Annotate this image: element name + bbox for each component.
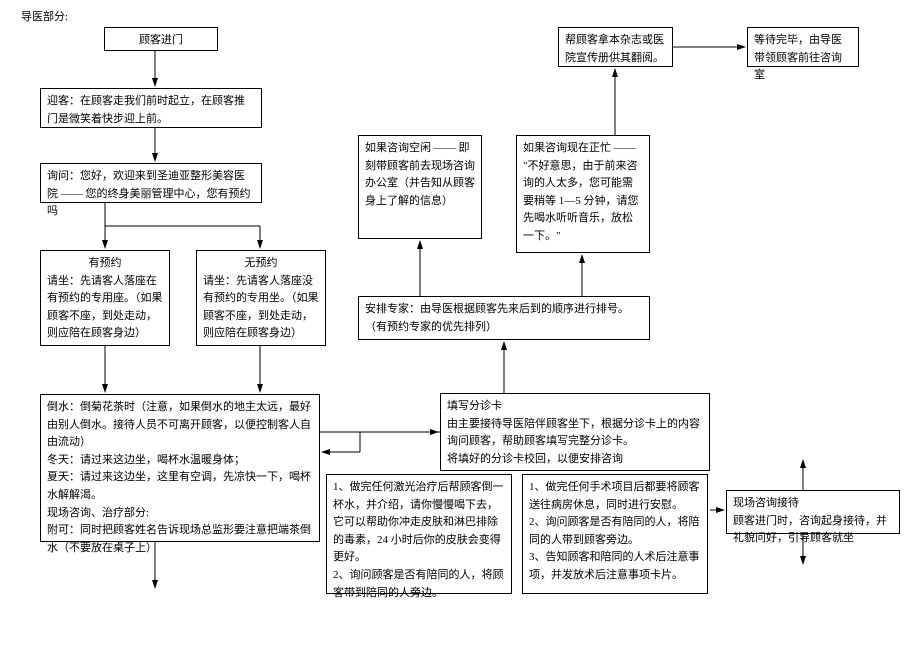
- t: 帮顾客拿本杂志或医院宣传册供其翻阅。: [565, 34, 664, 64]
- t1: 有预约: [47, 255, 163, 273]
- t: 如果咨询现在正忙 —— "不好意思，由于前来咨询的人太多，您可能需要稍等 1—5…: [523, 142, 639, 242]
- box-card: 填写分诊卡 由主要接待导医陪伴顾客坐下，根据分诊卡上的内容询问顾客，帮助顾客填写…: [440, 393, 710, 471]
- t1: 无预约: [203, 255, 319, 273]
- t: 1、做完任何手术项目后都要将顾客送往病房休息，同时进行安慰。 2、询问顾客是否有…: [529, 481, 700, 581]
- box-waitdone: 等待完毕，由导医带领顾客前往咨询室: [747, 27, 859, 67]
- box-water: 倒水：倒菊花茶时（注意，如果倒水的地主太远，最好由别人倒水。接待人员不可离开顾客…: [40, 394, 320, 542]
- t: 现场咨询接待 顾客进门时，咨询起身接待，并礼貌问好，引导顾客就坐: [733, 497, 887, 544]
- t: 询问：您好，欢迎来到圣迪亚整形美容医院 —— 您的终身美丽管理中心，您有预约吗: [47, 170, 251, 217]
- box-noappoint: 无预约 请坐：先请客人落座没有预约的专用坐。（如果顾客不座，到处走动，则应陪在顾…: [196, 250, 326, 346]
- t: 迎客：在顾客走我们前时起立，在顾客推门是微笑着快步迎上前。: [47, 95, 245, 125]
- t: 填写分诊卡 由主要接待导医陪伴顾客坐下，根据分诊卡上的内容询问顾客，帮助顾客填写…: [447, 400, 700, 465]
- box-onsite: 现场咨询接待 顾客进门时，咨询起身接待，并礼貌问好，引导顾客就坐: [726, 490, 900, 534]
- box-laser: 1、做完任何激光治疗后帮顾客倒一杯水，并介绍，请你慢慢喝下去，它可以帮助你冲走皮…: [326, 474, 512, 594]
- t2: 请坐：先请客人落座在有预约的专用座。（如果顾客不座，到处走动，则应陪在顾客身边）: [47, 273, 163, 343]
- t: 倒水：倒菊花茶时（注意，如果倒水的地主太远，最好由别人倒水。接待人员不可离开顾客…: [47, 401, 311, 554]
- box-arrange: 安排专家：由导医根据顾客先来后到的顺序进行排号。（有预约专家的优先排列）: [358, 296, 650, 340]
- t: 如果咨询空闲 —— 即刻带顾客前去现场咨询办公室（并告知从顾客身上了解的信息）: [365, 142, 475, 207]
- t: 安排专家：由导医根据顾客先来后到的顺序进行排号。（有预约专家的优先排列）: [365, 303, 629, 333]
- t: 顾客进门: [139, 34, 183, 46]
- t: 1、做完任何激光治疗后帮顾客倒一杯水，并介绍，请你慢慢喝下去，它可以帮助你冲走皮…: [333, 481, 504, 599]
- box-greet: 迎客：在顾客走我们前时起立，在顾客推门是微笑着快步迎上前。: [40, 88, 262, 128]
- box-enter: 顾客进门: [104, 27, 218, 51]
- box-surgery: 1、做完任何手术项目后都要将顾客送往病房休息，同时进行安慰。 2、询问顾客是否有…: [522, 474, 708, 594]
- box-busy: 如果咨询现在正忙 —— "不好意思，由于前来咨询的人太多，您可能需要稍等 1—5…: [516, 135, 650, 253]
- box-idle: 如果咨询空闲 —— 即刻带顾客前去现场咨询办公室（并告知从顾客身上了解的信息）: [358, 135, 482, 239]
- page-title: 导医部分:: [21, 8, 68, 24]
- box-magazine: 帮顾客拿本杂志或医院宣传册供其翻阅。: [558, 27, 673, 67]
- t2: 请坐：先请客人落座没有预约的专用坐。（如果顾客不座，到处走动，则应陪在顾客身边）: [203, 273, 319, 343]
- box-ask: 询问：您好，欢迎来到圣迪亚整形美容医院 —— 您的终身美丽管理中心，您有预约吗: [40, 163, 262, 203]
- box-appoint: 有预约 请坐：先请客人落座在有预约的专用座。（如果顾客不座，到处走动，则应陪在顾…: [40, 250, 170, 346]
- t: 等待完毕，由导医带领顾客前往咨询室: [754, 34, 842, 81]
